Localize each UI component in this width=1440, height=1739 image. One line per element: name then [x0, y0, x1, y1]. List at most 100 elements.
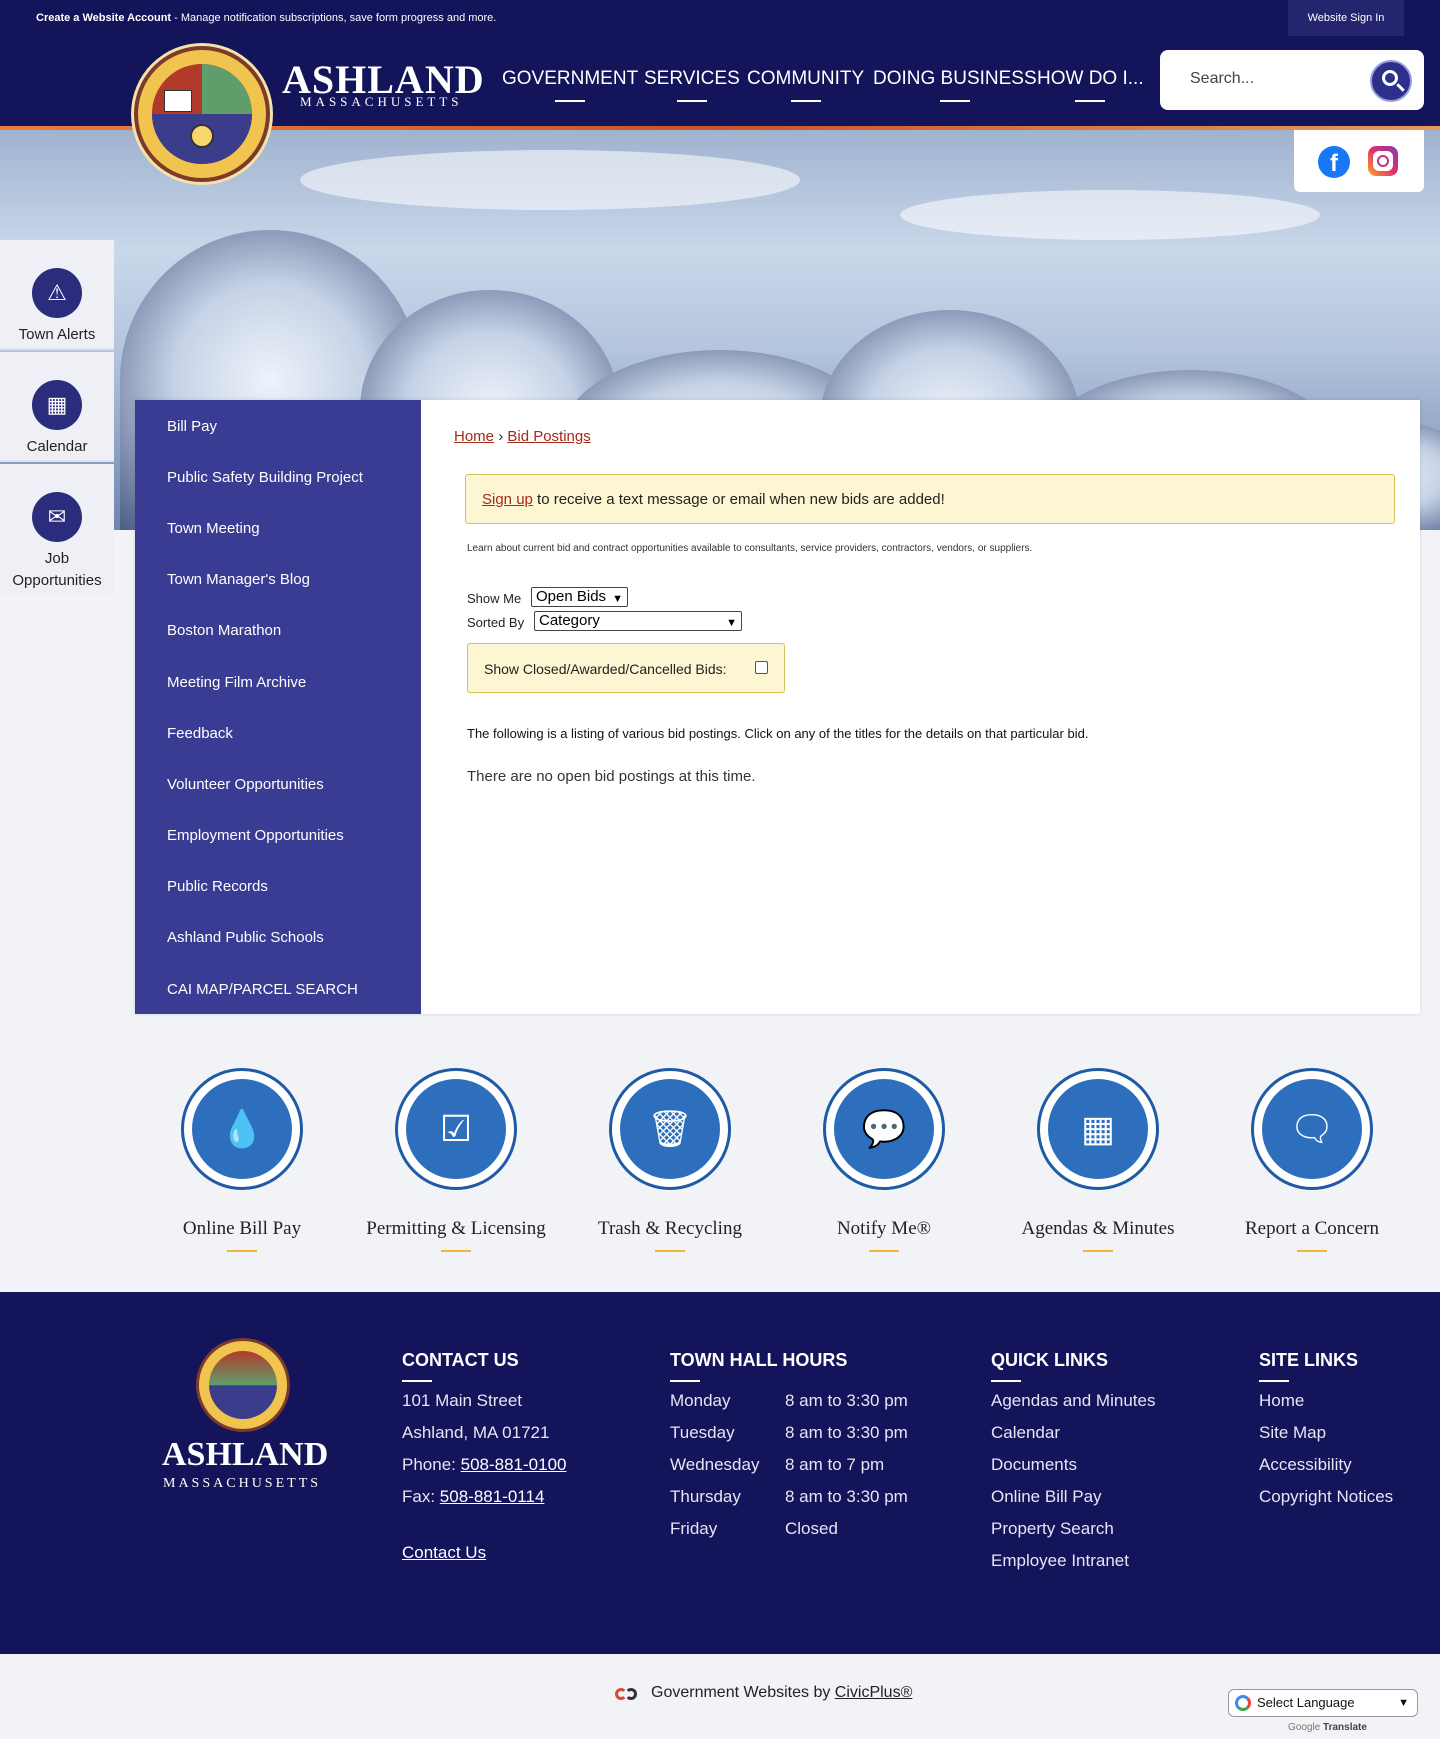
footer-link-documents[interactable]: Documents	[991, 1455, 1077, 1475]
phone-link[interactable]: 508-881-0100	[461, 1455, 567, 1474]
hero-cloud	[300, 150, 800, 210]
search-input[interactable]: Search...	[1160, 50, 1424, 110]
instagram-icon[interactable]	[1368, 146, 1398, 176]
contact-us-link[interactable]: Contact Us	[402, 1543, 486, 1563]
footer-seal-logo[interactable]	[196, 1338, 290, 1432]
sorted-by-select[interactable]: Category ▼	[534, 611, 742, 631]
seal-center	[152, 64, 252, 164]
quicklink-ring: 💬	[823, 1068, 945, 1190]
sidebar-item-film-archive[interactable]: Meeting Film Archive	[167, 674, 306, 691]
footer-link-home[interactable]: Home	[1259, 1391, 1304, 1411]
sidebar-item-public-safety[interactable]: Public Safety Building Project	[167, 469, 363, 486]
sidebar-item-town-meeting[interactable]: Town Meeting	[167, 520, 260, 537]
signup-notice-rest: to receive a text message or email when …	[532, 491, 945, 508]
nav-doing-business[interactable]: DOING BUSINESS	[873, 68, 1037, 102]
sorted-by-value: Category	[539, 612, 600, 629]
footer-link-calendar[interactable]: Calendar	[991, 1423, 1060, 1443]
chat-notify-icon: 💬	[834, 1079, 934, 1179]
seal-clock	[190, 124, 214, 148]
signup-notice: Sign up to receive a text message or ema…	[465, 474, 1395, 524]
address-line-1: 101 Main Street	[402, 1391, 523, 1410]
sidebar-item-boston-marathon[interactable]: Boston Marathon	[167, 622, 281, 639]
checklist-icon: ☑	[406, 1079, 506, 1179]
hours-day: Friday	[670, 1519, 718, 1538]
language-select[interactable]: Select Language ▼	[1228, 1689, 1418, 1717]
alert-icon: ⚠	[32, 268, 82, 318]
sidebar-item-bill-pay[interactable]: Bill Pay	[167, 418, 217, 435]
search-placeholder: Search...	[1190, 70, 1255, 87]
trash-icon: 🗑	[620, 1079, 720, 1179]
nav-community[interactable]: COMMUNITY	[747, 68, 864, 102]
sidebar-item-parcel-search[interactable]: CAI MAP/PARCEL SEARCH	[167, 981, 358, 998]
footer-link-site-map[interactable]: Site Map	[1259, 1423, 1326, 1443]
site-links-heading: SITE LINKS	[1259, 1350, 1359, 1382]
powered-by-google-translate: Google Translate	[1288, 1722, 1367, 1733]
quicklink-trash-recycling[interactable]: 🗑 Trash & Recycling	[570, 1068, 770, 1252]
rail-job-opportunities[interactable]: ✉ Job Opportunities	[0, 464, 114, 594]
quicklink-label: Agendas & Minutes	[1021, 1218, 1175, 1239]
hours-day: Wednesday	[670, 1455, 760, 1474]
hours-day: Thursday	[670, 1487, 741, 1506]
quicklink-underline	[869, 1250, 899, 1252]
facebook-icon[interactable]: f	[1318, 146, 1350, 178]
signup-link[interactable]: Sign up	[482, 491, 533, 508]
quicklink-underline	[655, 1250, 685, 1252]
rail-town-alerts[interactable]: ⚠ Town Alerts	[0, 240, 114, 350]
sidebar-nav: Bill Pay Public Safety Building Project …	[135, 400, 421, 1014]
address-line-2: Ashland, MA 01721	[402, 1423, 550, 1442]
breadcrumb-bid-postings[interactable]: Bid Postings	[507, 428, 590, 445]
hours-time: 8 am to 3:30 pm	[785, 1487, 908, 1506]
quicklink-notify-me[interactable]: 💬 Notify Me®	[784, 1068, 984, 1252]
show-me-label: Show Me	[467, 591, 522, 606]
speech-bubbles-icon: 🗨	[1262, 1079, 1362, 1179]
search-icon-handle	[1396, 83, 1405, 92]
quicklink-agendas-minutes[interactable]: ▦ Agendas & Minutes	[998, 1068, 1198, 1252]
nav-services[interactable]: SERVICES	[644, 68, 740, 102]
breadcrumb-home[interactable]: Home	[454, 428, 494, 445]
civicplus-link[interactable]: CivicPlus®	[835, 1684, 913, 1701]
rail-calendar[interactable]: ▦ Calendar	[0, 352, 114, 462]
quicklink-ring: ☑	[395, 1068, 517, 1190]
briefcase-icon: ✉	[32, 492, 82, 542]
footer-link-employee-intranet[interactable]: Employee Intranet	[991, 1551, 1129, 1571]
hours-day: Monday	[670, 1391, 731, 1410]
quicklink-underline	[227, 1250, 257, 1252]
quicklink-online-bill-pay[interactable]: 💧 Online Bill Pay	[142, 1068, 342, 1252]
footer-link-copyright[interactable]: Copyright Notices	[1259, 1487, 1393, 1507]
town-seal-logo[interactable]	[134, 46, 270, 182]
footer-link-bill-pay[interactable]: Online Bill Pay	[991, 1487, 1102, 1507]
quicklink-ring: 💧	[181, 1068, 303, 1190]
fax-link[interactable]: 508-881-0114	[440, 1487, 545, 1506]
footer-link-accessibility[interactable]: Accessibility	[1259, 1455, 1352, 1475]
hours-time: 8 am to 3:30 pm	[785, 1423, 908, 1442]
create-account-text[interactable]: Create a Website Account - Manage notifi…	[36, 12, 496, 24]
sidebar-item-volunteer[interactable]: Volunteer Opportunities	[167, 776, 324, 793]
footer-link-property-search[interactable]: Property Search	[991, 1519, 1114, 1539]
hours-time: 8 am to 3:30 pm	[785, 1391, 908, 1410]
hours-day: Tuesday	[670, 1423, 735, 1442]
nav-government[interactable]: GOVERNMENT	[502, 68, 638, 102]
powered-word: Translate	[1323, 1722, 1367, 1733]
show-me-select[interactable]: Open Bids ▼	[531, 587, 628, 607]
rail-label: Job Opportunities	[12, 550, 102, 589]
search-button[interactable]	[1370, 60, 1412, 102]
footer-link-agendas[interactable]: Agendas and Minutes	[991, 1391, 1155, 1411]
sidebar-item-public-records[interactable]: Public Records	[167, 878, 268, 895]
closed-bids-filter: Show Closed/Awarded/Cancelled Bids:	[467, 643, 785, 693]
website-sign-in-button[interactable]: Website Sign In	[1288, 0, 1404, 36]
quicklink-underline	[1297, 1250, 1327, 1252]
quicklink-report-concern[interactable]: 🗨 Report a Concern	[1212, 1068, 1412, 1252]
create-account-link[interactable]: Create a Website Account	[36, 12, 171, 24]
chevron-down-icon: ▼	[726, 617, 737, 629]
sidebar-item-schools[interactable]: Ashland Public Schools	[167, 929, 324, 946]
seal-house	[164, 90, 192, 112]
quicklink-label: Report a Concern	[1244, 1218, 1379, 1239]
social-links: f	[1294, 130, 1424, 192]
sidebar-item-managers-blog[interactable]: Town Manager's Blog	[167, 571, 310, 588]
sidebar-item-employment[interactable]: Employment Opportunities	[167, 827, 344, 844]
sidebar-item-feedback[interactable]: Feedback	[167, 725, 233, 742]
hours-time: 8 am to 7 pm	[785, 1455, 885, 1474]
nav-how-do-i[interactable]: HOW DO I...	[1037, 68, 1144, 102]
closed-bids-checkbox[interactable]	[755, 661, 768, 674]
quicklink-permitting[interactable]: ☑ Permitting & Licensing	[356, 1068, 556, 1252]
